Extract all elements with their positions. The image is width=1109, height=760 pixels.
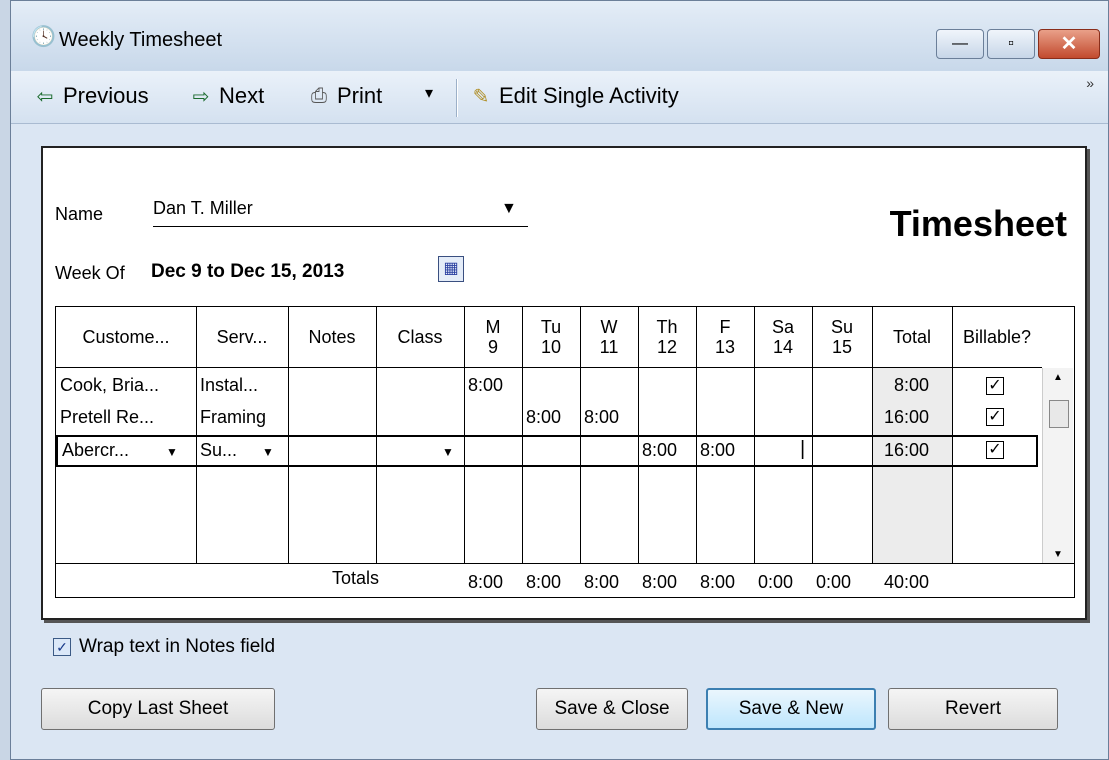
- print-button[interactable]: ⎙ Print: [307, 83, 382, 109]
- chevron-down-icon[interactable]: ▼: [442, 445, 454, 459]
- total-week: 40:00: [884, 572, 930, 592]
- save-close-button[interactable]: Save & Close: [536, 688, 688, 730]
- row1-mon[interactable]: 8:00: [468, 375, 503, 396]
- close-button[interactable]: ✕: [1038, 29, 1100, 59]
- printer-icon: ⎙: [311, 84, 327, 107]
- previous-button[interactable]: ⇦ Previous: [33, 83, 149, 109]
- weekly-timesheet-window: 🕓 Weekly Timesheet — ▫ ✕ ⇦ Previous ⇨ Ne…: [10, 0, 1109, 760]
- header-fri[interactable]: F 13: [696, 307, 754, 368]
- minimize-button[interactable]: —: [936, 29, 984, 59]
- toolbar: ⇦ Previous ⇨ Next ⎙ Print ▾ ✎ Edit Singl…: [11, 71, 1108, 124]
- arrow-left-icon: ⇦: [36, 85, 54, 108]
- grid-scrollbar[interactable]: ▲ ▼: [1042, 368, 1073, 564]
- header-billable[interactable]: Billable?: [952, 307, 1042, 368]
- maximize-button[interactable]: ▫: [987, 29, 1035, 59]
- header-tue[interactable]: Tu 10: [522, 307, 580, 368]
- total-tue: 8:00: [526, 572, 562, 592]
- row3-billable-checkbox[interactable]: ✓: [986, 441, 1004, 459]
- totals-label: Totals: [332, 568, 380, 588]
- save-new-button[interactable]: Save & New: [706, 688, 876, 730]
- chevron-down-icon[interactable]: ▼: [166, 445, 178, 459]
- totals-row: Totals 8:00 8:00 8:00 8:00 8:00 0:00 0:0…: [56, 564, 1074, 597]
- row3-total: 16:00: [884, 440, 930, 460]
- arrow-right-icon: ⇨: [192, 85, 210, 108]
- header-sun[interactable]: Su 15: [812, 307, 872, 368]
- row1-customer[interactable]: Cook, Bria...: [60, 375, 159, 396]
- timesheet-form: Name Dan T. Miller ▼ Timesheet Week Of D…: [41, 146, 1087, 620]
- total-sun: 0:00: [816, 572, 852, 592]
- week-of-label: Week Of: [55, 263, 125, 283]
- toolbar-overflow-icon[interactable]: »: [1086, 75, 1094, 91]
- title-bar: 🕓 Weekly Timesheet — ▫ ✕: [11, 1, 1108, 71]
- header-class[interactable]: Class: [376, 307, 464, 368]
- row1-billable-checkbox[interactable]: ✓: [986, 377, 1004, 395]
- edit-single-activity-button[interactable]: ✎ Edit Single Activity: [469, 83, 679, 109]
- header-notes[interactable]: Notes: [288, 307, 376, 368]
- wrap-notes-option[interactable]: ✓ Wrap text in Notes field: [53, 636, 275, 658]
- total-mon: 8:00: [468, 572, 504, 592]
- copy-last-sheet-button[interactable]: Copy Last Sheet: [41, 688, 275, 730]
- row2-wed[interactable]: 8:00: [584, 407, 619, 428]
- row1-service[interactable]: Instal...: [200, 375, 258, 396]
- row2-customer[interactable]: Pretell Re...: [60, 407, 154, 428]
- row3-service[interactable]: Su...: [200, 440, 237, 461]
- timesheet-grid: Custome... Serv... Notes Class M 9 Tu 10…: [55, 306, 1075, 598]
- row2-total: 16:00: [884, 407, 930, 427]
- calendar-icon[interactable]: ▦: [438, 256, 464, 282]
- total-fri: 8:00: [700, 572, 736, 592]
- header-total[interactable]: Total: [872, 307, 952, 368]
- header-service[interactable]: Serv...: [196, 307, 288, 368]
- header-sat[interactable]: Sa 14: [754, 307, 812, 368]
- header-mon[interactable]: M 9: [464, 307, 522, 368]
- toolbar-separator: [456, 79, 458, 117]
- scroll-up-icon[interactable]: ▲: [1053, 372, 1063, 383]
- header-customer[interactable]: Custome...: [56, 307, 196, 368]
- name-underline: [153, 226, 528, 227]
- chevron-down-icon[interactable]: ▼: [262, 445, 274, 459]
- row1-total: 8:00: [894, 375, 930, 395]
- row2-service[interactable]: Framing: [200, 407, 266, 428]
- total-thu: 8:00: [642, 572, 678, 592]
- row2-tue[interactable]: 8:00: [526, 407, 561, 428]
- text-cursor: |: [800, 438, 806, 460]
- row3-customer[interactable]: Abercr...: [62, 440, 129, 461]
- name-dropdown-icon[interactable]: ▼: [501, 200, 517, 218]
- revert-button[interactable]: Revert: [888, 688, 1058, 730]
- next-button[interactable]: ⇨ Next: [189, 83, 265, 109]
- total-sat: 0:00: [758, 572, 794, 592]
- header-wed[interactable]: W 11: [580, 307, 638, 368]
- week-of-value: Dec 9 to Dec 15, 2013: [151, 261, 345, 282]
- name-label: Name: [55, 204, 104, 224]
- print-dropdown[interactable]: ▾: [425, 83, 433, 103]
- wrap-notes-label: Wrap text in Notes field: [79, 636, 276, 657]
- row3-thu[interactable]: 8:00: [642, 440, 677, 461]
- wrap-notes-checkbox[interactable]: ✓: [53, 638, 71, 656]
- pencil-icon: ✎: [472, 85, 490, 108]
- name-field[interactable]: Dan T. Miller: [153, 198, 253, 219]
- total-wed: 8:00: [584, 572, 620, 592]
- row3-fri[interactable]: 8:00: [700, 440, 735, 461]
- window-title: Weekly Timesheet: [59, 29, 223, 51]
- chevron-down-icon: ▾: [425, 85, 434, 102]
- clock-icon: 🕓: [31, 26, 56, 48]
- scroll-down-icon[interactable]: ▼: [1053, 549, 1063, 560]
- row2-billable-checkbox[interactable]: ✓: [986, 408, 1004, 426]
- page-title: Timesheet: [889, 203, 1067, 244]
- header-thu[interactable]: Th 12: [638, 307, 696, 368]
- scroll-thumb[interactable]: [1049, 400, 1069, 428]
